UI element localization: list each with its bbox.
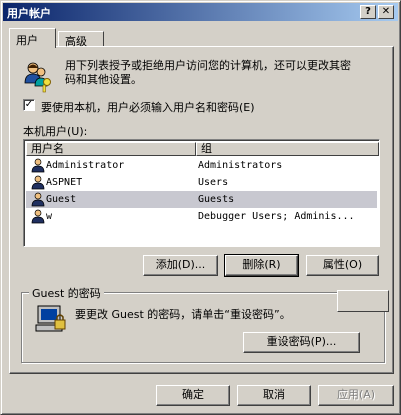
users-key-icon xyxy=(24,62,51,93)
table-row-selected[interactable]: Guest Guests xyxy=(26,191,377,208)
users-list[interactable]: 用户名 组 Administrator Administrators ASPNE… xyxy=(23,139,380,247)
ok-button[interactable]: 确定 xyxy=(156,385,230,406)
add-user-button[interactable]: 添加(D)... xyxy=(143,255,218,276)
user-group-cell: Administrators xyxy=(198,160,283,171)
tab-users[interactable]: 用户 xyxy=(9,28,56,48)
help-button[interactable]: ? xyxy=(360,5,376,19)
table-row[interactable]: w Debugger Users; Adminis... xyxy=(26,208,377,225)
cancel-button[interactable]: 取消 xyxy=(237,385,311,406)
password-help-text: 要更改 Guest 的密码，请单击“重设密码”。 xyxy=(75,308,291,321)
user-group-cell: Users xyxy=(198,177,229,188)
window-title: 用户帐户 xyxy=(7,7,51,20)
user-name-cell: Guest xyxy=(46,194,77,205)
column-header-group[interactable]: 组 xyxy=(196,142,379,156)
require-password-label[interactable]: 要使用本机，用户必须输入用户名和密码(E) xyxy=(41,99,255,115)
intro-text-line2: 码和其他设置。 xyxy=(65,73,142,86)
column-header-username[interactable]: 用户名 xyxy=(26,142,196,156)
reset-password-button[interactable]: 重设密码(P)... xyxy=(243,332,360,353)
apply-button[interactable]: 应用(A) xyxy=(318,385,394,406)
table-row[interactable]: Administrator Administrators xyxy=(26,157,377,174)
column-header-username-label: 用户名 xyxy=(31,142,64,155)
user-icon xyxy=(31,158,45,173)
tab-advanced[interactable]: 高级 xyxy=(58,31,104,48)
user-icon xyxy=(31,175,45,190)
close-button[interactable]: ✕ xyxy=(378,5,394,19)
remove-user-button[interactable]: 删除(R) xyxy=(224,254,299,277)
password-groupbox-title: Guest 的密码 xyxy=(29,285,104,301)
help-icon: ? xyxy=(365,6,371,17)
users-section-label: 本机用户(U): xyxy=(23,125,88,138)
tab-users-label: 用户 xyxy=(16,34,38,47)
user-name-cell: ASPNET xyxy=(46,177,83,188)
tab-advanced-label: 高级 xyxy=(65,35,87,48)
close-icon: ✕ xyxy=(381,6,391,17)
checkmark-icon: ✓ xyxy=(24,99,34,110)
user-icon xyxy=(31,192,45,207)
title-bar[interactable]: 用户帐户 ? ✕ xyxy=(3,3,398,21)
require-password-checkbox[interactable]: ✓ xyxy=(23,99,35,111)
user-group-cell: Debugger Users; Adminis... xyxy=(198,211,355,222)
user-name-cell: Administrator xyxy=(46,160,125,171)
user-name-cell: w xyxy=(46,211,53,222)
user-properties-button[interactable]: 属性(O) xyxy=(306,255,379,276)
column-header-group-label: 组 xyxy=(201,142,212,155)
intro-text-line1: 用下列表授予或拒绝用户访问您的计算机，还可以更改其密 xyxy=(65,59,351,72)
user-accounts-dialog: 用户帐户 ? ✕ 用户 高级 用下列表授予或拒绝用户访问您的计算机，还可以更改其… xyxy=(0,0,401,415)
table-row[interactable]: ASPNET Users xyxy=(26,174,377,191)
computer-lock-icon xyxy=(35,305,66,332)
user-group-cell: Guests xyxy=(198,194,235,205)
intro-text: 用下列表授予或拒绝用户访问您的计算机，还可以更改其密 码和其他设置。 xyxy=(65,59,351,87)
blank-panel xyxy=(337,290,389,312)
user-icon xyxy=(31,209,45,224)
